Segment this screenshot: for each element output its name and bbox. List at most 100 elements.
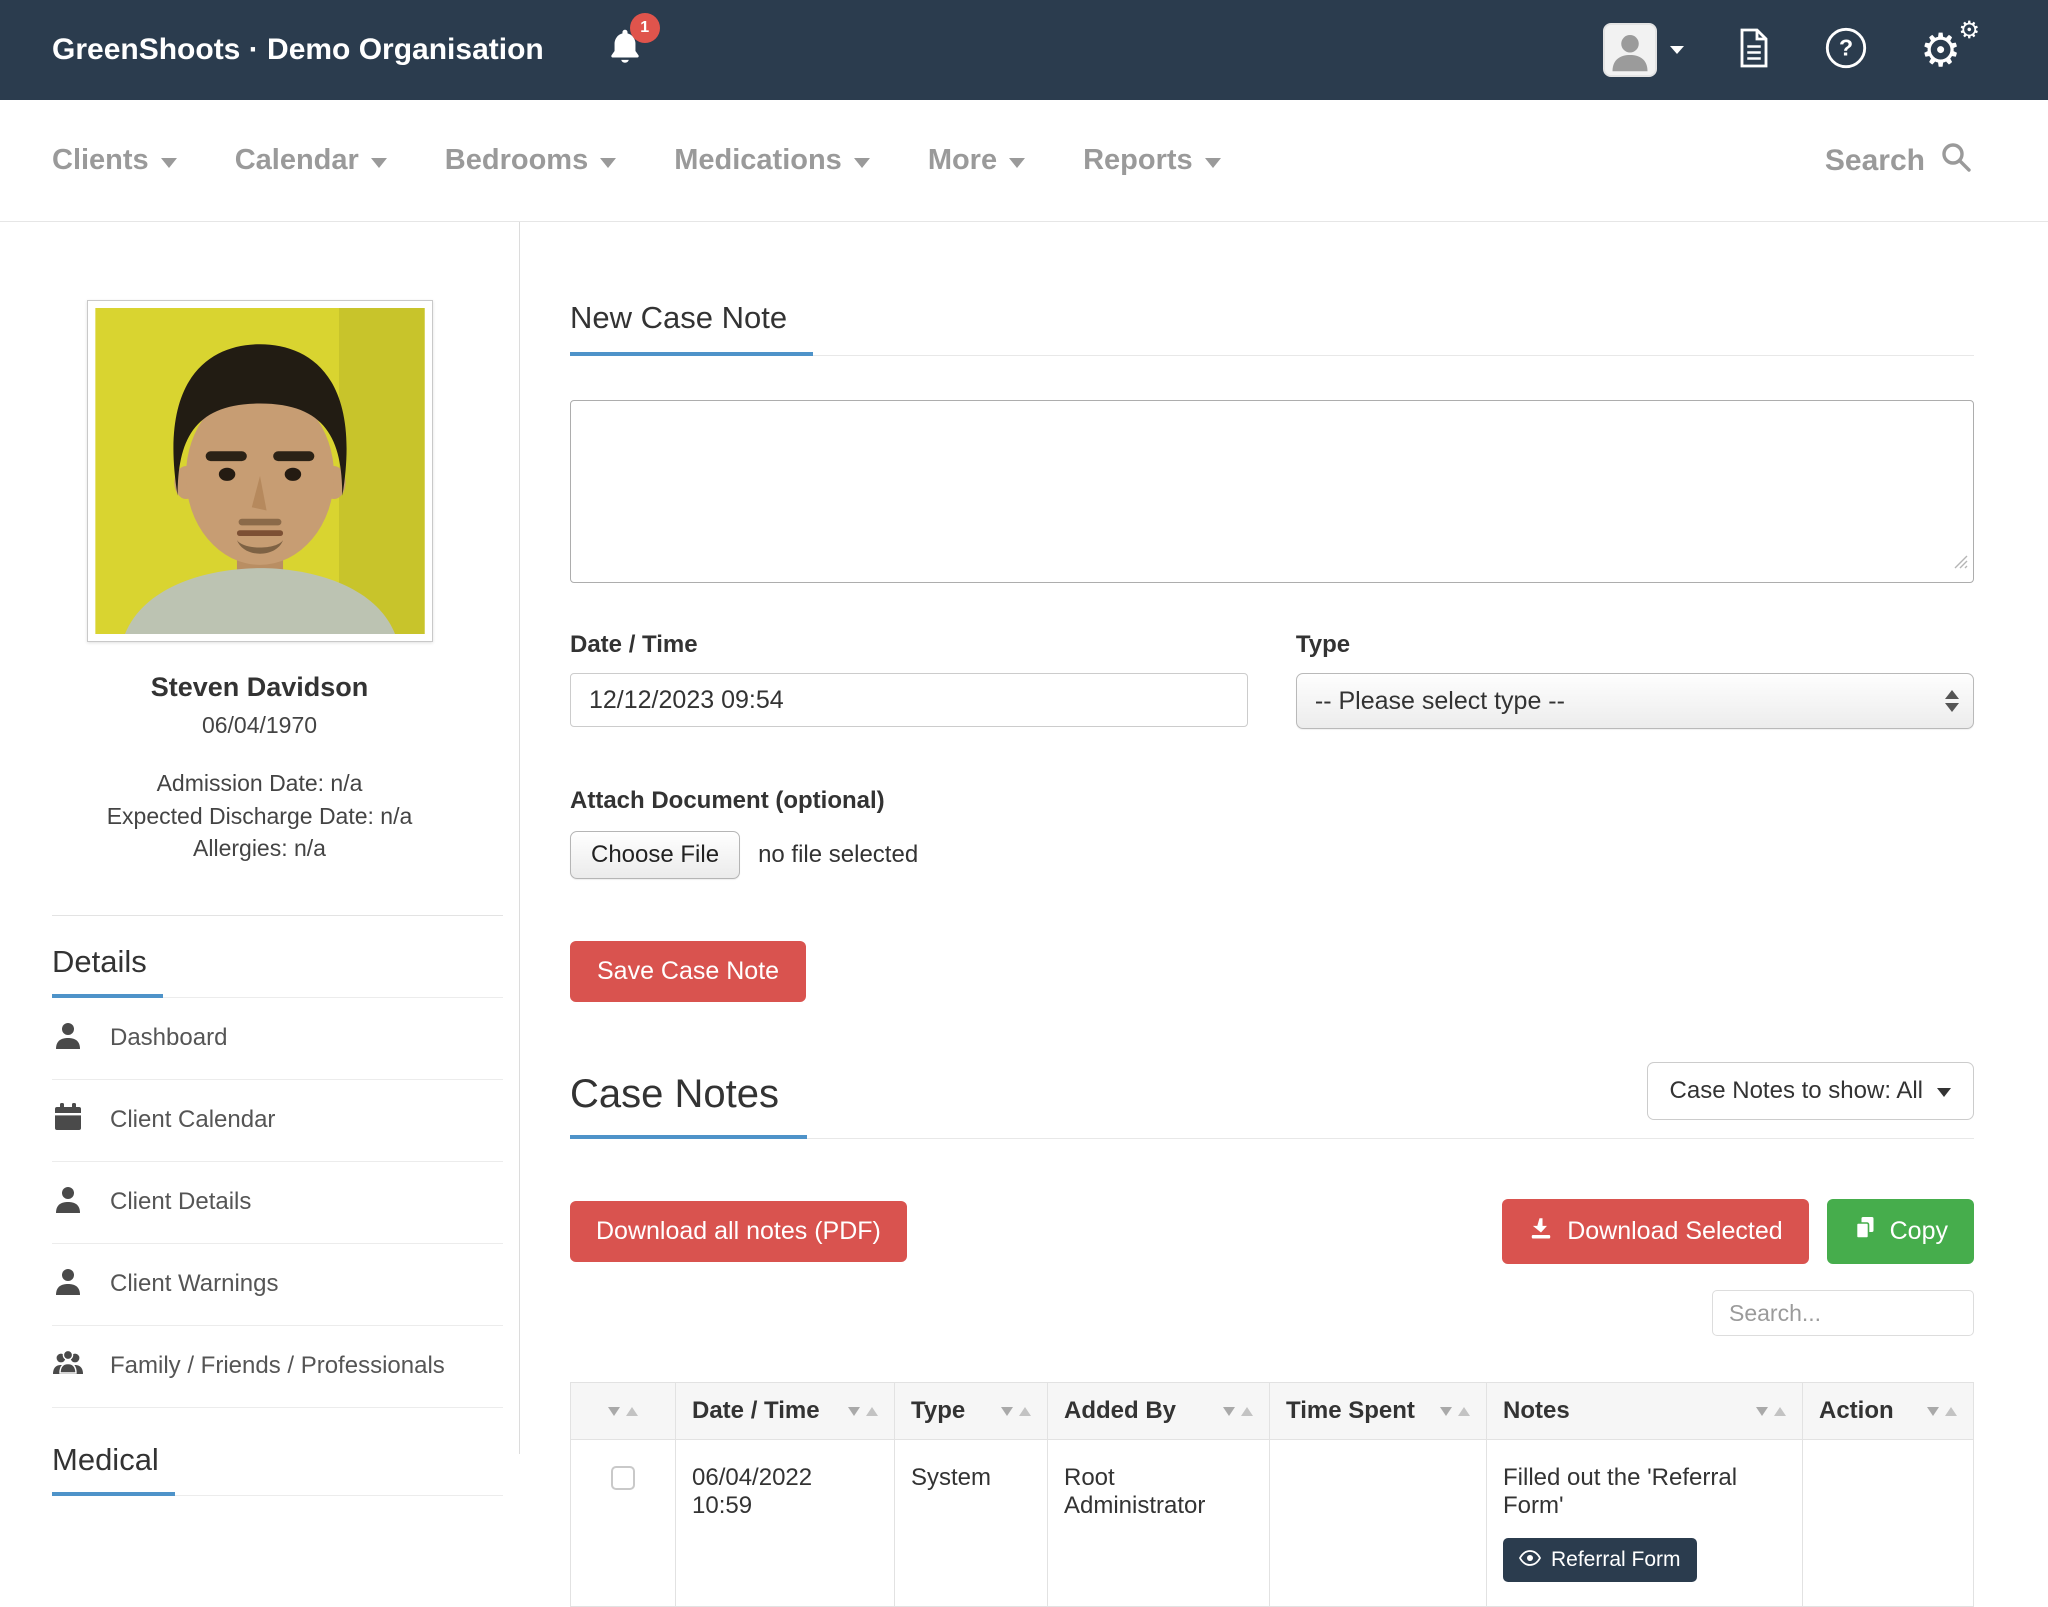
type-select[interactable]: -- Please select type -- [1296, 673, 1974, 729]
case-notes-header: Case Notes Case Notes to show: All [570, 1062, 1974, 1139]
table-header-row: Date / Time Type Added [571, 1383, 1974, 1440]
nav-label: Calendar [235, 144, 359, 177]
col-header-date-time[interactable]: Date / Time [676, 1383, 895, 1440]
date-time-field-group: Date / Time [570, 631, 1248, 729]
client-dob: 06/04/1970 [0, 712, 519, 739]
table-row: 06/04/2022 10:59 System Root Administrat… [571, 1440, 1974, 1607]
sort-icons [1927, 1407, 1957, 1416]
row-type-cell: System [895, 1440, 1048, 1607]
sort-icons [1223, 1407, 1253, 1416]
sidebar-item-dashboard[interactable]: Dashboard [52, 998, 503, 1080]
resize-grip-icon[interactable] [1953, 554, 1968, 574]
user-icon [52, 1019, 84, 1058]
chevron-down-icon [1009, 158, 1025, 168]
chevron-down-icon [161, 158, 177, 168]
nav-item-reports[interactable]: Reports [1083, 144, 1221, 177]
search-icon [1940, 141, 1972, 181]
table-search-row [570, 1290, 1974, 1336]
row-checkbox[interactable] [611, 1466, 635, 1490]
case-notes-table: Date / Time Type Added [570, 1382, 1974, 1607]
nav-item-calendar[interactable]: Calendar [235, 144, 387, 177]
download-icon [1528, 1215, 1554, 1248]
document-icon [1736, 26, 1772, 75]
nav-label: Clients [52, 144, 149, 177]
choose-file-button[interactable]: Choose File [570, 831, 740, 879]
calendar-icon [52, 1101, 84, 1140]
col-header-notes[interactable]: Notes [1487, 1383, 1803, 1440]
medical-section-title: Medical [52, 1442, 175, 1496]
sidebar-item-family-friends-professionals[interactable]: Family / Friends / Professionals [52, 1326, 503, 1408]
referral-form-button[interactable]: Referral Form [1503, 1538, 1697, 1582]
app-brand[interactable]: GreenShoots · Demo Organisation [52, 33, 544, 67]
case-note-textarea[interactable] [570, 400, 1974, 583]
sort-icons [1001, 1407, 1031, 1416]
chevron-down-icon [1937, 1088, 1951, 1097]
documents-button[interactable] [1736, 26, 1772, 75]
nav-item-bedrooms[interactable]: Bedrooms [445, 144, 616, 177]
col-header-select[interactable] [571, 1383, 676, 1440]
col-header-label: Date / Time [692, 1397, 820, 1425]
chevron-down-icon [854, 158, 870, 168]
sidebar-item-label: Client Calendar [110, 1106, 275, 1134]
date-time-input[interactable] [570, 673, 1248, 727]
client-sidebar: Steven Davidson 06/04/1970 Admission Dat… [0, 222, 520, 1454]
details-section: Details [52, 944, 503, 998]
copy-button[interactable]: Copy [1827, 1199, 1974, 1264]
col-header-action[interactable]: Action [1803, 1383, 1974, 1440]
chevron-down-icon [600, 158, 616, 168]
col-header-label: Notes [1503, 1397, 1570, 1425]
allergies: Allergies: n/a [0, 832, 519, 865]
user-icon [52, 1183, 84, 1222]
medical-section: Medical [52, 1442, 503, 1496]
type-label: Type [1296, 631, 1974, 659]
nav-label: Bedrooms [445, 144, 588, 177]
user-menu-button[interactable] [1603, 23, 1684, 77]
settings-small-gear-icon: ⚙ [1958, 18, 1980, 42]
save-case-note-button[interactable]: Save Case Note [570, 941, 806, 1002]
sidebar-item-label: Client Details [110, 1188, 251, 1216]
download-all-notes-button[interactable]: Download all notes (PDF) [570, 1201, 907, 1262]
chevron-down-icon [1205, 158, 1221, 168]
discharge-date: Expected Discharge Date: n/a [0, 800, 519, 833]
sidebar-item-client-details[interactable]: Client Details [52, 1162, 503, 1244]
help-button[interactable]: ? [1824, 26, 1868, 75]
settings-button[interactable]: ⚙ ⚙ [1920, 24, 1972, 76]
nav-item-more[interactable]: More [928, 144, 1025, 177]
nav-label: More [928, 144, 997, 177]
page-body: Steven Davidson 06/04/1970 Admission Dat… [0, 222, 2048, 1454]
attach-document-label: Attach Document (optional) [570, 787, 1974, 815]
col-header-time-spent[interactable]: Time Spent [1270, 1383, 1487, 1440]
download-all-label: Download all notes (PDF) [596, 1217, 881, 1246]
row-action-cell [1803, 1440, 1974, 1607]
client-name: Steven Davidson [0, 672, 519, 703]
sidebar-item-client-warnings[interactable]: Client Warnings [52, 1244, 503, 1326]
date-time-label: Date / Time [570, 631, 1248, 659]
nav-label: Reports [1083, 144, 1193, 177]
notification-badge: 1 [630, 13, 660, 43]
col-header-added-by[interactable]: Added By [1048, 1383, 1270, 1440]
note-textarea-wrap [570, 400, 1974, 583]
case-notes-filter-button[interactable]: Case Notes to show: All [1647, 1062, 1974, 1120]
sort-icons [848, 1407, 878, 1416]
download-selected-button[interactable]: Download Selected [1502, 1199, 1808, 1264]
nav-search-button[interactable]: Search [1825, 141, 1972, 181]
bell-icon [606, 56, 644, 73]
notifications-button[interactable]: 1 [606, 27, 650, 73]
col-header-label: Added By [1064, 1397, 1176, 1425]
sidebar-item-client-calendar[interactable]: Client Calendar [52, 1080, 503, 1162]
user-icon [52, 1265, 84, 1304]
col-header-type[interactable]: Type [895, 1383, 1048, 1440]
sort-icons [1756, 1407, 1786, 1416]
svg-text:?: ? [1839, 34, 1853, 60]
right-actions: Download Selected Copy [1502, 1199, 1974, 1264]
referral-form-label: Referral Form [1551, 1548, 1681, 1572]
no-file-text: no file selected [758, 841, 918, 869]
case-notes-table-wrap: Date / Time Type Added [570, 1382, 1974, 1607]
sort-icons [608, 1407, 638, 1416]
table-search-input[interactable] [1712, 1290, 1974, 1336]
nav-item-medications[interactable]: Medications [674, 144, 870, 177]
nav-item-clients[interactable]: Clients [52, 144, 177, 177]
topbar-actions: ? ⚙ ⚙ [1603, 23, 1972, 77]
sidebar-item-label: Family / Friends / Professionals [110, 1352, 445, 1380]
row-notes-cell: Filled out the 'Referral Form' Referral … [1487, 1440, 1803, 1607]
